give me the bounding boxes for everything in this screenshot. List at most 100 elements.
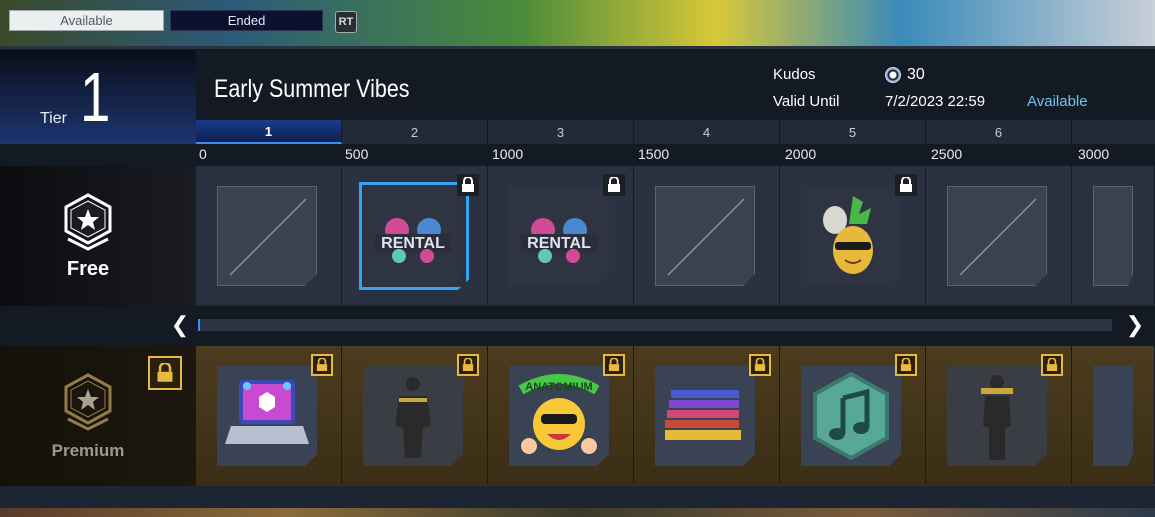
reward-item (655, 186, 755, 286)
points-label: 2000 (785, 146, 817, 162)
lock-icon (603, 354, 625, 376)
outfit-icon (981, 375, 1013, 460)
progress-fill (198, 319, 200, 331)
status-badge: Available (1027, 93, 1088, 110)
free-track-title: Free (66, 258, 110, 280)
reward-item (217, 186, 317, 286)
kudos-coin-icon (885, 67, 901, 83)
free-reward-slot[interactable]: RENTAL (488, 166, 634, 304)
reward-item: ANATOMIUM (509, 366, 609, 466)
premium-reward-slot[interactable] (342, 346, 488, 484)
premium-reward-slot[interactable]: ANATOMIUM (488, 346, 634, 484)
level-strip: 1 2 3 4 5 6 (196, 120, 1155, 144)
premium-reward-row: Premium ANATOMIUM (0, 346, 1155, 486)
level-cell[interactable]: 5 (780, 120, 926, 144)
free-reward-slot[interactable]: RENTAL (342, 166, 488, 304)
points-label: 0 (199, 146, 207, 162)
reward-item (801, 186, 901, 286)
reward-item (1093, 186, 1133, 286)
reward-item (655, 366, 755, 466)
lock-icon (311, 354, 333, 376)
free-reward-slot[interactable] (634, 166, 780, 304)
premium-track-title: Premium (51, 441, 125, 460)
reward-item (801, 366, 901, 466)
lock-icon (895, 174, 917, 196)
points-label: 1000 (492, 146, 524, 162)
filter-tab-bar: Available Ended RT (0, 0, 1155, 44)
free-track-emblem-icon (64, 193, 112, 251)
points-label: 1500 (638, 146, 670, 162)
sticker-text: ANATOMIUM (525, 381, 592, 393)
kudos-amount: 30 (907, 66, 925, 83)
premium-reward-slot[interactable] (780, 346, 926, 484)
panel-divider (0, 46, 1155, 49)
premium-reward-slot[interactable] (634, 346, 780, 484)
season-header: Early Summer Vibes Kudos Valid Until 30 … (196, 50, 1155, 120)
scroll-right-icon[interactable]: ❯ (1125, 312, 1145, 338)
reward-item (363, 366, 463, 466)
reward-item (947, 186, 1047, 286)
rental-text: RENTAL (381, 235, 445, 252)
reward-item: RENTAL (509, 186, 609, 286)
book-stack-icon (665, 390, 741, 440)
free-reward-row: Free RENTAL RENTAL (0, 166, 1155, 306)
reward-item (217, 366, 317, 466)
free-reward-slot[interactable] (926, 166, 1072, 304)
lock-icon (749, 354, 771, 376)
reward-item: RENTAL (363, 186, 463, 286)
rt-button-hint: RT (335, 11, 357, 33)
empty-slot-icon (667, 198, 745, 276)
free-reward-slot-partial[interactable] (1072, 166, 1155, 304)
points-label: 3000 (1078, 146, 1110, 162)
valid-until-value: 7/2/2023 22:59 (885, 93, 986, 110)
level-cell[interactable]: 2 (342, 120, 488, 144)
empty-slot-icon (959, 198, 1037, 276)
points-label: 500 (345, 146, 369, 162)
premium-reward-slot[interactable] (926, 346, 1072, 484)
points-label: 2500 (931, 146, 963, 162)
level-cell[interactable]: 3 (488, 120, 634, 144)
free-track-label: Free (0, 166, 196, 306)
tier-number: 1 (80, 58, 111, 136)
music-note-icon (813, 371, 889, 461)
empty-slot-icon (229, 198, 307, 276)
lock-icon (457, 354, 479, 376)
tier-box: Tier 1 (0, 50, 196, 144)
tab-available[interactable]: Available (9, 10, 164, 31)
progress-bar (198, 319, 1112, 331)
tab-ended[interactable]: Ended (170, 10, 323, 31)
lock-icon (457, 174, 479, 196)
pineapple-avatar-icon (823, 196, 873, 274)
tier-label: Tier (40, 110, 67, 127)
premium-reward-slot[interactable] (196, 346, 342, 484)
reward-item (1093, 366, 1133, 466)
rental-icon: RENTAL (375, 218, 451, 263)
level-cell[interactable]: 1 (196, 120, 342, 144)
premium-track-emblem-icon (64, 373, 112, 431)
free-reward-slot[interactable] (780, 166, 926, 304)
free-reward-slot[interactable] (196, 166, 342, 304)
scroll-left-icon[interactable]: ❮ (170, 312, 190, 338)
reward-item (947, 366, 1047, 466)
kudos-value: 30 (885, 66, 925, 84)
premium-lock-icon (148, 356, 182, 390)
premium-reward-slot-partial[interactable] (1072, 346, 1155, 484)
rental-icon: RENTAL (521, 218, 597, 263)
progress-row: ❮ ❯ (0, 306, 1155, 346)
panel-footer (0, 486, 1155, 508)
battle-pass-panel: Tier 1 Early Summer Vibes Kudos Valid Un… (0, 46, 1155, 508)
premium-track-label: Premium (0, 346, 196, 486)
kudos-label: Kudos (773, 66, 816, 83)
outfit-icon (395, 377, 431, 458)
lock-icon (603, 174, 625, 196)
rental-text: RENTAL (527, 235, 591, 252)
lock-icon (895, 354, 917, 376)
lock-icon (1041, 354, 1063, 376)
level-cell[interactable]: 4 (634, 120, 780, 144)
laptop-icon (225, 380, 309, 444)
valid-until-label: Valid Until (773, 93, 840, 110)
points-strip: 0 500 1000 1500 2000 2500 3000 (196, 144, 1155, 166)
level-cell[interactable]: 6 (926, 120, 1072, 144)
sunflower-sticker-icon: ANATOMIUM (518, 374, 600, 454)
season-title: Early Summer Vibes (214, 75, 410, 103)
